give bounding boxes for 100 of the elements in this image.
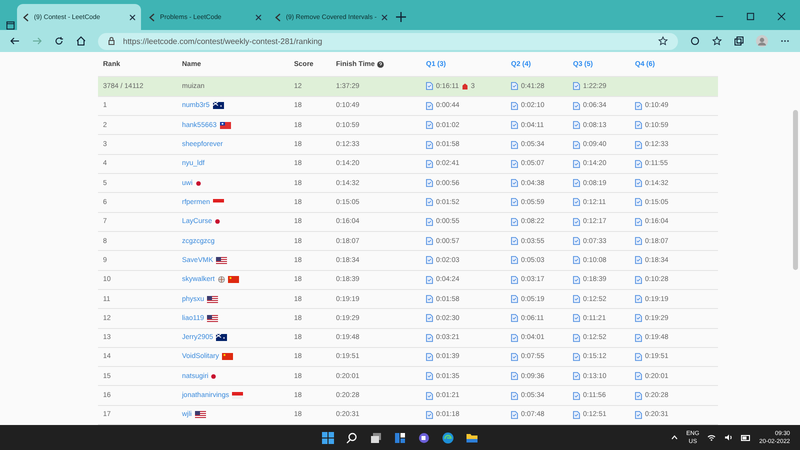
document-icon	[426, 392, 433, 400]
document-icon	[426, 102, 433, 110]
document-icon	[573, 102, 580, 110]
folder-icon[interactable]	[466, 432, 478, 444]
help-icon	[376, 60, 384, 68]
document-icon	[426, 295, 433, 304]
document-icon	[573, 160, 580, 168]
favorites-icon[interactable]	[712, 36, 722, 46]
document-icon	[426, 276, 433, 284]
document-icon	[573, 256, 580, 264]
maximize-icon[interactable]	[746, 12, 755, 21]
document-icon	[426, 352, 433, 361]
widgets-icon[interactable]	[394, 432, 406, 444]
document-icon	[426, 334, 433, 342]
document-icon	[511, 121, 518, 130]
star-icon[interactable]	[658, 36, 668, 46]
task-view-icon[interactable]	[370, 432, 382, 444]
flag-icon	[222, 353, 233, 360]
document-icon	[635, 121, 642, 130]
document-icon	[635, 160, 642, 168]
document-icon	[573, 198, 580, 206]
dot-icon	[211, 374, 216, 379]
refresh-icon[interactable]	[54, 36, 64, 46]
dot-icon	[196, 180, 201, 186]
document-icon	[635, 218, 642, 226]
flag-icon	[212, 102, 224, 110]
url-text: https://leetcode.com/contest/weekly-contest-281/ranking	[123, 36, 324, 46]
document-icon	[511, 160, 518, 168]
chevron-up-icon[interactable]	[671, 434, 678, 441]
close-icon[interactable]	[777, 12, 786, 21]
document-icon	[511, 314, 518, 322]
document-icon	[426, 198, 433, 206]
close-icon[interactable]	[255, 14, 262, 20]
document-icon	[511, 179, 518, 188]
document-icon	[635, 372, 642, 380]
document-icon	[635, 276, 642, 284]
document-icon	[635, 237, 642, 246]
document-icon	[573, 276, 580, 284]
document-icon	[511, 82, 518, 90]
flag-icon	[228, 276, 239, 284]
document-icon	[573, 372, 580, 380]
lock-icon	[108, 37, 115, 45]
speaker-icon[interactable]	[724, 434, 734, 441]
close-icon[interactable]	[129, 14, 136, 20]
document-icon	[426, 160, 433, 168]
document-icon	[426, 410, 433, 419]
document-icon	[511, 256, 518, 264]
document-icon	[635, 392, 642, 400]
document-icon	[573, 295, 580, 304]
flag-icon	[194, 411, 206, 418]
document-icon	[573, 140, 580, 149]
windows-start-icon[interactable]	[322, 432, 334, 444]
document-icon	[635, 352, 642, 361]
document-icon	[511, 334, 518, 342]
document-icon	[573, 218, 580, 226]
document-icon	[426, 218, 433, 226]
document-icon	[426, 237, 433, 246]
document-icon	[573, 352, 580, 361]
address-bar[interactable]: https://leetcode.com/contest/weekly-contest-281/ranking	[98, 32, 678, 50]
document-icon	[511, 140, 518, 149]
close-icon[interactable]	[381, 14, 388, 20]
document-icon	[635, 256, 642, 264]
document-icon	[511, 372, 518, 380]
home-icon[interactable]	[76, 36, 86, 46]
document-icon	[635, 198, 642, 206]
document-icon	[511, 352, 518, 361]
globe-icon	[218, 276, 225, 284]
document-icon	[511, 198, 518, 206]
flag-icon	[232, 392, 244, 400]
back-arrow-icon[interactable]	[10, 36, 20, 46]
flag-icon	[220, 122, 231, 129]
document-icon	[426, 314, 433, 322]
chat-icon[interactable]	[418, 432, 430, 444]
document-icon	[426, 256, 433, 264]
flag-icon	[207, 296, 218, 303]
document-icon	[511, 295, 518, 304]
tab-actions-icon[interactable]	[6, 21, 15, 30]
document-icon	[573, 334, 580, 342]
document-icon	[511, 276, 518, 284]
collections-icon[interactable]	[734, 36, 744, 46]
scrollbar-thumb[interactable]	[793, 110, 798, 270]
document-icon	[426, 140, 433, 149]
document-icon	[573, 121, 580, 130]
document-icon	[635, 314, 642, 322]
document-icon	[426, 121, 433, 130]
document-icon	[573, 82, 580, 90]
document-icon	[426, 179, 433, 188]
document-icon	[635, 179, 642, 188]
document-icon	[511, 392, 518, 400]
document-icon	[635, 295, 642, 304]
battery-icon[interactable]	[741, 434, 752, 440]
extensions-icon[interactable]	[690, 36, 700, 46]
wifi-icon[interactable]	[707, 434, 716, 441]
document-icon	[426, 372, 433, 380]
document-icon	[573, 237, 580, 246]
document-icon	[635, 410, 642, 419]
search-icon[interactable]	[346, 432, 358, 444]
edge-browser-icon[interactable]	[442, 432, 454, 444]
flag-icon	[216, 334, 228, 342]
document-icon	[573, 410, 580, 419]
